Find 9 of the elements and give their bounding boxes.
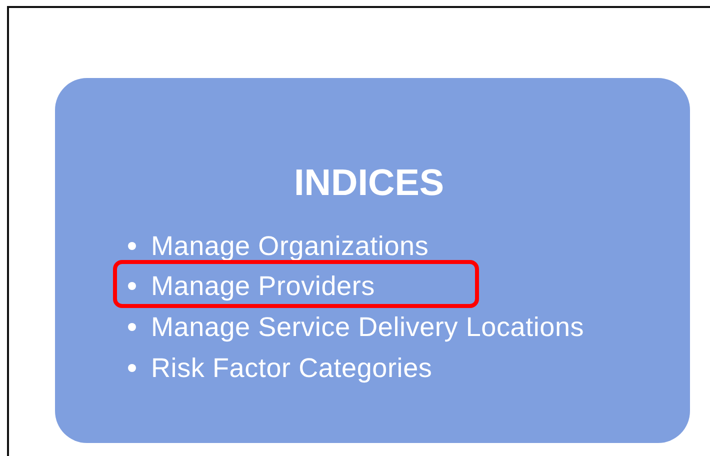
index-link[interactable]: Manage Service Delivery Locations: [151, 312, 584, 342]
bullet-icon: [128, 323, 136, 331]
index-link[interactable]: Manage Providers: [151, 271, 375, 301]
bullet-icon: [128, 364, 136, 372]
index-link[interactable]: Manage Organizations: [151, 231, 429, 261]
bullet-icon: [128, 282, 136, 290]
card-title: INDICES: [294, 163, 444, 203]
bullet-icon: [128, 242, 136, 250]
index-link[interactable]: Risk Factor Categories: [151, 353, 432, 383]
